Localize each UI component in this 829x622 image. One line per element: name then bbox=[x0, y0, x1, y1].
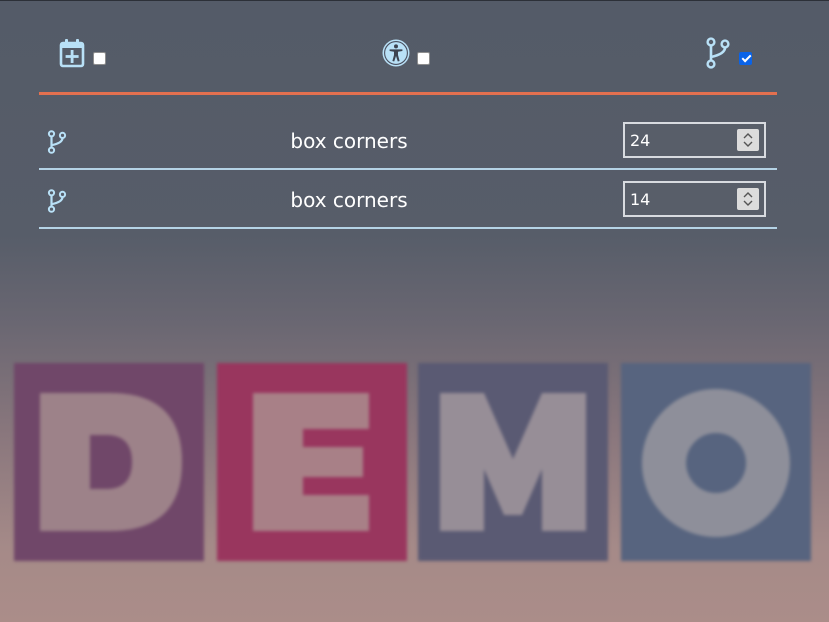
number-input-value[interactable]: 14 bbox=[630, 191, 650, 209]
number-input[interactable]: 24 bbox=[623, 122, 766, 158]
toolbar-group-calendar bbox=[57, 36, 106, 70]
demo-watermark bbox=[14, 363, 814, 561]
window-top-edge bbox=[0, 0, 829, 1]
number-input-value[interactable]: 24 bbox=[630, 132, 650, 150]
toolbar-group-accessibility bbox=[381, 36, 430, 70]
demo-letter-e bbox=[217, 363, 407, 561]
row-divider bbox=[39, 227, 777, 229]
git-branch-icon[interactable] bbox=[703, 36, 733, 70]
branch-checkbox[interactable] bbox=[739, 51, 752, 65]
accessibility-icon[interactable] bbox=[381, 36, 411, 70]
row-divider bbox=[39, 168, 777, 170]
calendar-checkbox[interactable] bbox=[93, 51, 106, 65]
toolbar-group-branch bbox=[703, 36, 752, 70]
demo-letter-d bbox=[14, 363, 204, 561]
list-item: box corners 14 bbox=[39, 171, 777, 229]
list-item: box corners 24 bbox=[39, 112, 777, 170]
demo-letter-m bbox=[418, 363, 608, 561]
row-label: box corners bbox=[290, 188, 408, 212]
number-input[interactable]: 14 bbox=[623, 181, 766, 217]
demo-letter-o bbox=[621, 363, 811, 561]
row-label: box corners bbox=[290, 129, 408, 153]
toolbar-divider bbox=[39, 92, 777, 95]
calendar-plus-icon[interactable] bbox=[57, 36, 87, 70]
toolbar bbox=[39, 22, 777, 94]
spinner-arrows-icon[interactable] bbox=[737, 188, 759, 210]
spinner-arrows-icon[interactable] bbox=[737, 129, 759, 151]
git-branch-icon bbox=[47, 189, 69, 213]
git-branch-icon bbox=[47, 130, 69, 154]
accessibility-checkbox[interactable] bbox=[417, 51, 430, 65]
